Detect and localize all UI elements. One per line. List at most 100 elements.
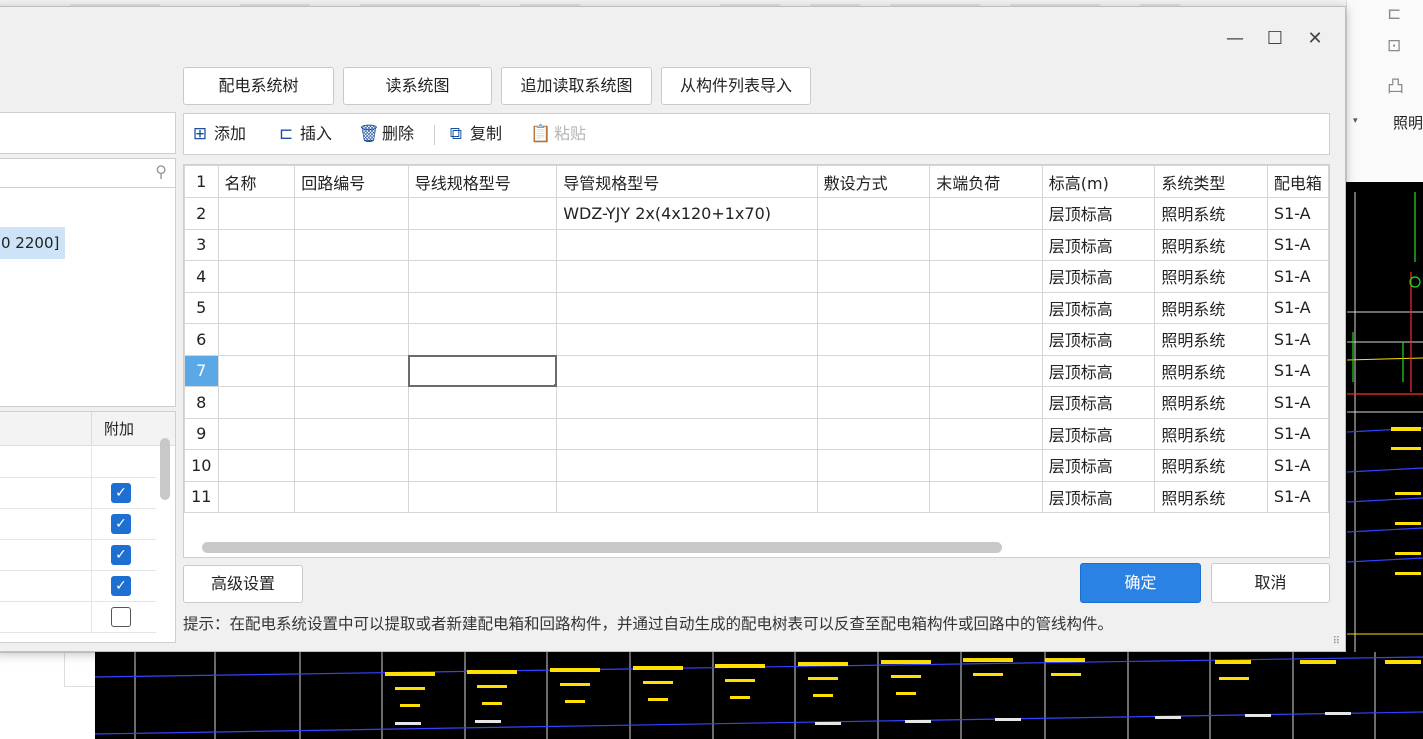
table-row[interactable]: 5 层顶标高 照明系统 S1-A <box>184 291 1329 324</box>
caret-down-icon[interactable]: ▾ <box>1353 116 1358 126</box>
table-cell[interactable] <box>217 260 296 293</box>
distribution-tree-button[interactable]: 配电系统树 <box>183 67 334 105</box>
table-cell[interactable]: 层顶标高 <box>1041 197 1156 230</box>
left-search-input[interactable]: ⚲ <box>0 158 176 188</box>
table-cell[interactable] <box>407 291 558 324</box>
table-cell[interactable]: 层顶标高 <box>1041 386 1156 419</box>
copy-button[interactable]: ⧉ 复制 <box>446 114 502 154</box>
table-row[interactable]: 3 层顶标高 照明系统 S1-A <box>184 228 1329 261</box>
minimize-button[interactable]: — <box>1221 27 1249 51</box>
table-cell[interactable]: 照明系统 <box>1154 291 1268 324</box>
row-number[interactable]: 5 <box>184 291 219 324</box>
table-cell[interactable] <box>294 417 409 450</box>
advanced-settings-button[interactable]: 高级设置 <box>183 565 303 603</box>
table-cell[interactable] <box>556 480 818 513</box>
import-from-component-list-button[interactable]: 从构件列表导入 <box>661 67 811 105</box>
table-cell[interactable] <box>556 354 818 387</box>
table-cell[interactable]: S1-A <box>1266 228 1329 261</box>
table-cell[interactable]: 层顶标高 <box>1041 228 1156 261</box>
table-cell[interactable] <box>407 386 558 419</box>
table-cell[interactable]: 层顶标高 <box>1041 260 1156 293</box>
table-cell[interactable] <box>556 449 818 482</box>
table-cell[interactable]: 照明系统 <box>1154 417 1268 450</box>
table-cell[interactable] <box>816 449 931 482</box>
table-cell[interactable]: WDZ-YJY 2x(4x120+1x70) <box>556 197 818 230</box>
table-cell[interactable]: S1-A <box>1266 449 1329 482</box>
table-cell[interactable] <box>556 291 818 324</box>
table-cell[interactable] <box>217 354 296 387</box>
table-cell[interactable] <box>294 449 409 482</box>
append-read-system-diagram-button[interactable]: 追加读取系统图 <box>501 67 652 105</box>
table-cell[interactable] <box>217 386 296 419</box>
table-cell[interactable]: S1-A <box>1266 480 1329 513</box>
table-cell[interactable] <box>294 260 409 293</box>
grid-horizontal-scrollbar[interactable] <box>202 542 1002 553</box>
frame-icon[interactable]: ⊡ <box>1387 36 1401 56</box>
attach-checkbox[interactable]: ✓ <box>111 576 131 596</box>
table-cell[interactable] <box>294 197 409 230</box>
table-cell[interactable]: S1-A <box>1266 323 1329 356</box>
row-number[interactable]: 3 <box>184 228 219 261</box>
maximize-button[interactable]: ☐ <box>1261 27 1289 51</box>
table-cell[interactable]: S1-A <box>1266 417 1329 450</box>
table-cell[interactable] <box>816 480 931 513</box>
table-cell[interactable] <box>294 354 409 387</box>
column-header[interactable]: 敷设方式 <box>816 165 931 198</box>
attach-checkbox[interactable]: ✓ <box>111 483 131 503</box>
table-cell[interactable] <box>929 323 1043 356</box>
table-cell[interactable] <box>217 449 296 482</box>
table-cell[interactable] <box>294 480 409 513</box>
column-header[interactable]: 末端负荷 <box>929 165 1043 198</box>
table-cell[interactable] <box>217 291 296 324</box>
table-cell[interactable] <box>816 417 931 450</box>
table-cell[interactable] <box>929 354 1043 387</box>
table-cell[interactable] <box>556 386 818 419</box>
table-cell[interactable] <box>816 197 931 230</box>
table-cell[interactable] <box>929 197 1043 230</box>
table-cell[interactable] <box>929 260 1043 293</box>
table-cell[interactable]: 照明系统 <box>1154 449 1268 482</box>
table-cell[interactable] <box>556 417 818 450</box>
table-cell[interactable]: 照明系统 <box>1154 323 1268 356</box>
column-header[interactable]: 标高(m) <box>1041 165 1156 198</box>
table-row[interactable]: 8 层顶标高 照明系统 S1-A <box>184 386 1329 419</box>
table-cell[interactable] <box>407 354 558 387</box>
table-cell[interactable]: S1-A <box>1266 260 1329 293</box>
table-cell[interactable] <box>816 291 931 324</box>
split-view-icon[interactable]: ⊏ <box>1387 4 1401 24</box>
table-cell[interactable] <box>929 417 1043 450</box>
table-cell[interactable]: 层顶标高 <box>1041 323 1156 356</box>
table-cell[interactable]: S1-A <box>1266 386 1329 419</box>
close-button[interactable]: ✕ <box>1301 27 1329 51</box>
table-cell[interactable]: 层顶标高 <box>1041 480 1156 513</box>
table-cell[interactable]: 照明系统 <box>1154 480 1268 513</box>
ok-button[interactable]: 确定 <box>1080 563 1201 603</box>
table-cell[interactable]: S1-A <box>1266 291 1329 324</box>
table-cell[interactable] <box>407 417 558 450</box>
table-cell[interactable]: S1-A <box>1266 197 1329 230</box>
table-cell[interactable]: 照明系统 <box>1154 260 1268 293</box>
table-cell[interactable]: 层顶标高 <box>1041 354 1156 387</box>
table-cell[interactable] <box>294 323 409 356</box>
table-cell[interactable]: 层顶标高 <box>1041 449 1156 482</box>
cancel-button[interactable]: 取消 <box>1211 563 1330 603</box>
table-row[interactable]: 7 层顶标高 照明系统 S1-A <box>184 354 1329 387</box>
attach-checkbox[interactable]: ✓ <box>111 545 131 565</box>
column-header[interactable]: 名称 <box>217 165 296 198</box>
table-cell[interactable] <box>407 260 558 293</box>
table-cell[interactable] <box>407 197 558 230</box>
table-row[interactable]: 4 层顶标高 照明系统 S1-A <box>184 260 1329 293</box>
table-cell[interactable] <box>217 323 296 356</box>
table-cell[interactable] <box>217 228 296 261</box>
table-cell[interactable] <box>294 228 409 261</box>
table-cell[interactable] <box>556 228 818 261</box>
table-cell[interactable] <box>816 354 931 387</box>
table-cell[interactable] <box>816 228 931 261</box>
table-cell[interactable] <box>407 480 558 513</box>
row-number[interactable]: 9 <box>184 417 219 450</box>
column-header[interactable]: 配电箱 <box>1266 165 1329 198</box>
table-cell[interactable] <box>929 291 1043 324</box>
property-list-scrollbar[interactable] <box>160 438 170 500</box>
row-number[interactable]: 1 <box>184 165 219 198</box>
table-row[interactable]: 9 层顶标高 照明系统 S1-A <box>184 417 1329 450</box>
